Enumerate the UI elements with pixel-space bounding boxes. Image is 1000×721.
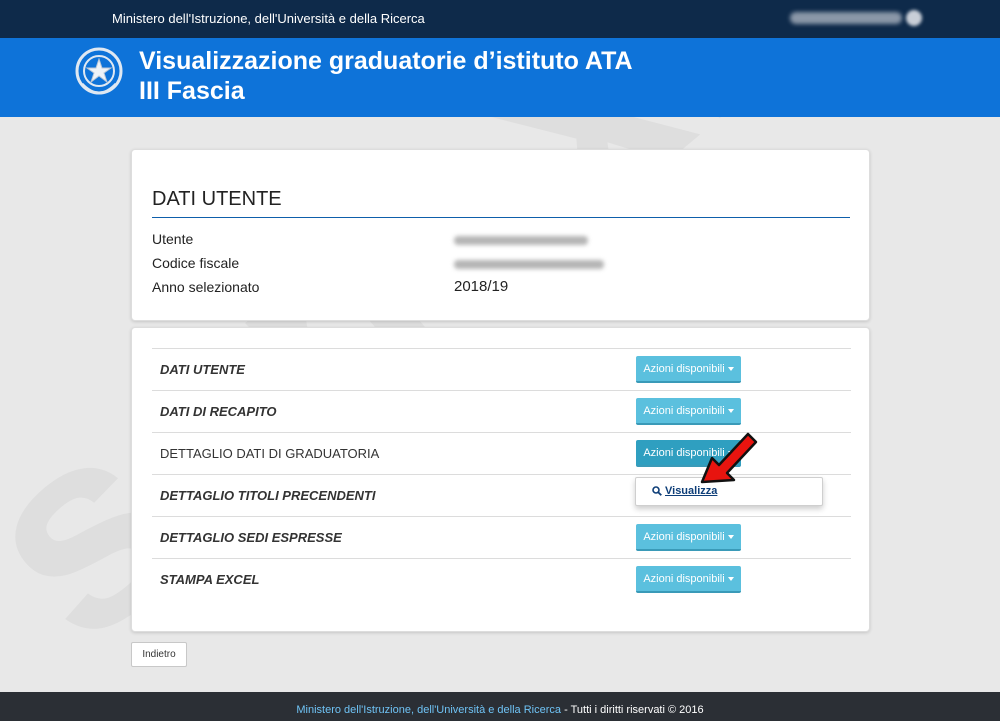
caret-down-icon: [727, 409, 734, 414]
action-row-contact-data: DATI DI RECAPITO Azioni disponibili: [152, 390, 851, 432]
action-row-excel-export: STAMPA EXCEL Azioni disponibili: [152, 558, 851, 600]
section-title: DATI UTENTE: [152, 188, 282, 210]
actions-dropdown-button[interactable]: Azioni disponibili: [636, 566, 741, 593]
action-row-chosen-locations: DETTAGLIO SEDI ESPRESSE Azioni disponibi…: [152, 516, 851, 558]
row-label: DETTAGLIO TITOLI PRECENDENTI: [160, 488, 376, 503]
actions-dropdown-button[interactable]: Azioni disponibili: [636, 356, 741, 383]
row-label: DETTAGLIO DATI DI GRADUATORIA: [160, 446, 380, 461]
ministry-name: Ministero dell'Istruzione, dell'Universi…: [112, 11, 425, 26]
action-row-user-data: DATI UTENTE Azioni disponibili: [152, 348, 851, 390]
user-label: Utente: [152, 231, 194, 247]
selected-year-value: 2018/19: [454, 278, 509, 295]
footer-rights: - Tutti i diritti riservati © 2016: [561, 704, 704, 716]
row-label: STAMPA EXCEL: [160, 572, 260, 587]
row-label: DATI DI RECAPITO: [160, 404, 277, 419]
user-data-panel: DATI UTENTE Utente Codice fiscale Anno s…: [131, 149, 870, 321]
top-bar: Ministero dell'Istruzione, dell'Universi…: [0, 0, 1000, 38]
page-footer: Ministero dell'Istruzione, dell'Universi…: [0, 692, 1000, 721]
red-arrow-pointer-icon: [700, 432, 758, 484]
view-menu-item[interactable]: Visualizza: [652, 485, 717, 497]
caret-down-icon: [727, 577, 734, 582]
footer-ministry-link[interactable]: Ministero dell'Istruzione, dell'Universi…: [296, 704, 561, 716]
republic-emblem-icon: [75, 47, 123, 95]
selected-year-label: Anno selezionato: [152, 279, 260, 295]
actions-dropdown-button[interactable]: Azioni disponibili: [636, 524, 741, 551]
fiscal-code-blurred: [454, 260, 604, 269]
user-menu-icon[interactable]: [906, 10, 922, 26]
user-value-blurred: [454, 236, 588, 245]
user-name-blurred[interactable]: [790, 12, 902, 24]
fiscal-code-label: Codice fiscale: [152, 255, 240, 271]
page-header: Visualizzazione graduatorie d’istituto A…: [0, 38, 1000, 117]
row-label: DETTAGLIO SEDI ESPRESSE: [160, 530, 342, 545]
actions-dropdown-button[interactable]: Azioni disponibili: [636, 398, 741, 425]
caret-down-icon: [727, 535, 734, 540]
caret-down-icon: [727, 367, 734, 372]
page-title: Visualizzazione graduatorie d’istituto A…: [139, 47, 633, 105]
section-divider: [152, 217, 850, 218]
row-label: DATI UTENTE: [160, 362, 245, 377]
search-icon: [652, 486, 662, 496]
back-button[interactable]: Indietro: [131, 642, 187, 667]
